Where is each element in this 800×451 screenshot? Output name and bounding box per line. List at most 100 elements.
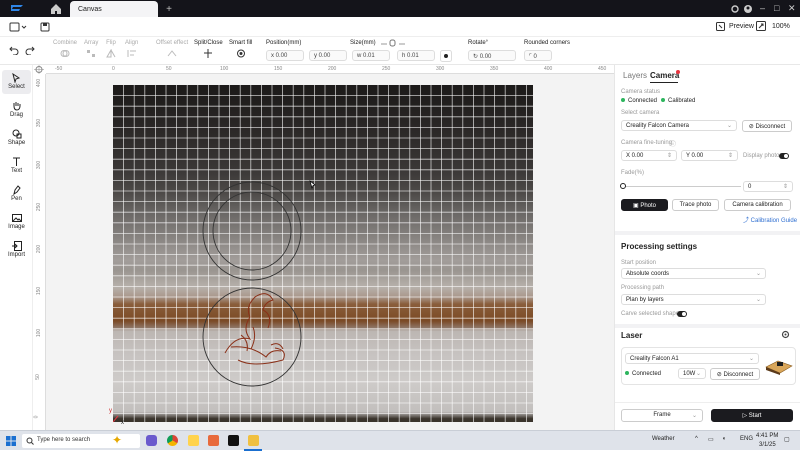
sidebar-item-text[interactable]: Text xyxy=(2,154,31,178)
chrome-icon[interactable] xyxy=(167,435,178,446)
circle-shape[interactable] xyxy=(202,287,302,387)
camera-disconnect-button[interactable]: ⊘ Disconnect xyxy=(742,120,792,132)
ruler-vertical[interactable]: 0 50 100 150 200 250 300 350 400 xyxy=(33,74,46,430)
copilot-sparkle-icon[interactable]: ✦ xyxy=(112,433,122,447)
flip-button[interactable]: Flip xyxy=(106,40,116,58)
taskbar-app-icon[interactable] xyxy=(208,435,219,446)
offset-effect-button[interactable]: Offset effect xyxy=(156,40,188,58)
sidebar-item-shape[interactable]: Shape xyxy=(2,126,31,150)
circle-shape[interactable] xyxy=(212,191,292,271)
anchor-point-icon[interactable] xyxy=(440,50,452,62)
ruler-tick: 200 xyxy=(328,66,337,72)
sidebar-item-pen[interactable]: Pen xyxy=(2,182,31,206)
minimize-button[interactable]: – xyxy=(760,3,765,13)
info-icon[interactable]: ⓘ xyxy=(670,139,676,148)
display-photo-toggle[interactable] xyxy=(779,153,789,159)
weather-label[interactable]: Weather xyxy=(652,436,675,442)
fade-input[interactable]: 0 ⇕ xyxy=(743,181,793,192)
start-position-select[interactable]: Absolute coords ⌄ xyxy=(621,268,766,279)
laser-power-select[interactable]: 10W ⌄ xyxy=(678,368,706,379)
rounded-corners-value: 0 xyxy=(533,54,537,60)
fine-tune-y-input[interactable]: Y 0.00 ⇕ xyxy=(681,150,738,161)
maximize-button[interactable]: □ xyxy=(774,3,779,13)
align-button[interactable]: Align xyxy=(125,40,138,58)
tab-canvas[interactable]: Canvas + xyxy=(70,1,172,17)
rounded-corners-input[interactable]: ⌜ 0 xyxy=(524,50,552,61)
carve-selected-toggle[interactable] xyxy=(677,311,687,317)
frame-button[interactable]: Frame ⌄ xyxy=(621,409,703,422)
laser-settings-icon[interactable] xyxy=(781,330,790,339)
preview-button[interactable]: Preview xyxy=(716,22,754,31)
settings-icon[interactable] xyxy=(730,4,740,14)
file-menu-icon[interactable] xyxy=(9,22,27,32)
circle-shape[interactable] xyxy=(202,181,302,281)
save-icon[interactable] xyxy=(40,22,50,32)
smart-fill-label: Smart fill xyxy=(229,40,253,46)
sidebar-item-label: Select xyxy=(8,84,25,90)
rotate-input[interactable]: ↻ 0.00 xyxy=(468,50,516,61)
rotate-icon: ↻ xyxy=(473,54,480,60)
position-y-input[interactable]: y 0.00 xyxy=(309,50,347,61)
position-label: Position(mm) xyxy=(266,40,302,46)
network-icon[interactable]: ▭ xyxy=(708,436,714,443)
user-icon[interactable] xyxy=(743,4,753,14)
position-x-input[interactable]: x 0.00 xyxy=(266,50,304,61)
creality-app-icon[interactable] xyxy=(228,435,239,446)
redo-icon[interactable] xyxy=(25,46,35,55)
fit-screen-icon[interactable] xyxy=(756,21,766,31)
photo-button[interactable]: ▣ Photo xyxy=(621,199,668,211)
camera-select[interactable]: Creality Falcon Camera ⌄ xyxy=(621,120,737,131)
taskbar-search-input[interactable]: Type here to search xyxy=(22,434,140,448)
undo-icon[interactable] xyxy=(9,46,19,55)
sidebar-item-image[interactable]: Image xyxy=(2,210,31,234)
windows-start-icon[interactable] xyxy=(6,436,16,446)
size-height-input[interactable]: h 0.01 xyxy=(397,50,435,61)
tray-chevron-icon[interactable]: ^ xyxy=(695,436,698,442)
combine-button[interactable]: Combine xyxy=(53,40,77,58)
language-indicator[interactable]: ENG xyxy=(740,436,753,442)
add-tab-button[interactable]: + xyxy=(166,4,172,15)
tab-camera[interactable]: Camera xyxy=(650,71,679,80)
tab-underline xyxy=(650,82,678,83)
sidebar-item-import[interactable]: Import xyxy=(2,238,31,262)
hand-icon xyxy=(13,102,21,111)
flip-label: Flip xyxy=(106,40,116,46)
lock-ratio-icon[interactable] xyxy=(380,39,406,47)
ruler-tick: 0 xyxy=(33,415,40,419)
fade-slider[interactable] xyxy=(623,186,741,187)
size-width-input[interactable]: w 0.01 xyxy=(352,50,390,61)
split-close-label: Split/Close xyxy=(194,40,223,46)
start-button[interactable]: ▷ Start xyxy=(711,409,793,422)
clock-time[interactable]: 4:41 PM xyxy=(756,433,778,439)
ruler-origin-icon[interactable] xyxy=(34,65,44,74)
volume-icon[interactable]: ◖ xyxy=(722,436,726,442)
ruler-tick: 0 xyxy=(112,66,115,72)
fade-slider-handle[interactable] xyxy=(620,183,626,189)
split-close-button[interactable]: Split/Close xyxy=(194,40,223,58)
clock-date[interactable]: 3/1/25 xyxy=(759,442,776,448)
sidebar-item-drag[interactable]: Drag xyxy=(2,98,31,122)
tab-layers[interactable]: Layers xyxy=(623,71,647,80)
close-button[interactable]: ✕ xyxy=(788,3,796,14)
design-objects[interactable] xyxy=(113,85,533,422)
laser-device-select[interactable]: Creality Falcon A1 ⌄ xyxy=(625,353,759,364)
zoom-control[interactable]: 100% xyxy=(756,21,790,31)
fine-tune-x-input[interactable]: X 0.00 ⇕ xyxy=(621,150,677,161)
split-icon xyxy=(204,49,213,58)
camera-calibration-button[interactable]: Camera calibration xyxy=(724,199,791,211)
processing-path-select[interactable]: Plan by layers ⌄ xyxy=(621,294,766,305)
file-explorer-icon[interactable] xyxy=(188,435,199,446)
ruler-horizontal[interactable]: -50 0 50 100 150 200 250 300 350 400 450 xyxy=(46,65,614,74)
ruler-tick: 100 xyxy=(36,328,43,338)
smart-fill-button[interactable]: Smart fill xyxy=(229,40,252,58)
laser-disconnect-button[interactable]: ⊘ Disconnect xyxy=(710,368,760,380)
sidebar-item-select[interactable]: Select xyxy=(2,70,31,94)
engraving-pattern[interactable] xyxy=(224,293,285,365)
taskbar-app-icon[interactable] xyxy=(146,435,157,446)
trace-photo-button[interactable]: Trace photo xyxy=(672,199,719,211)
home-icon[interactable] xyxy=(50,3,62,14)
array-button[interactable]: Array xyxy=(84,40,98,58)
taskbar-app-icon[interactable] xyxy=(248,435,259,446)
calibration-guide-link[interactable]: ⤴ Calibration Guide xyxy=(743,215,797,224)
notification-icon[interactable]: ▢ xyxy=(784,436,790,443)
